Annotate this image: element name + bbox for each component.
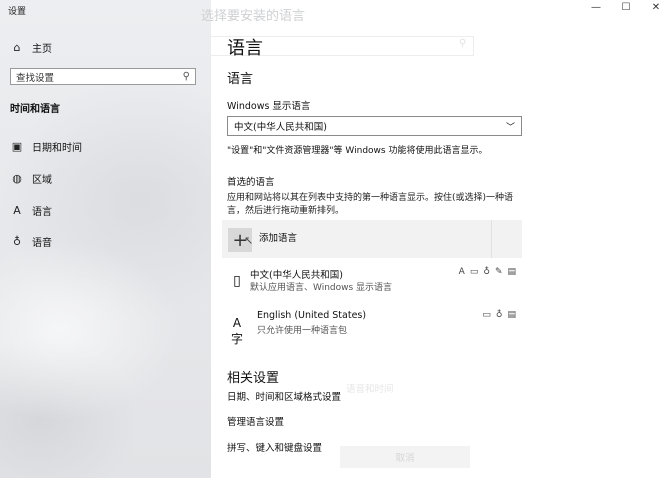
language-features: ▭ ♁ ▤ [482,310,516,320]
microphone-icon: ♁ [12,234,22,248]
sidebar-item-label: 区域 [32,174,52,186]
section-label: 时间和语言 [10,104,60,115]
display-language-dropdown[interactable]: 中文(中华人民共和国) ﹀ [227,116,522,136]
search-input[interactable]: 查找设置 ⚲ [10,68,196,85]
section-title-language: 语言 [227,72,254,87]
language-status: 默认应用语言、Windows 显示语言 [250,283,393,293]
sidebar-item-date-time[interactable]: ▣ 日期和时间 [10,137,82,155]
text-to-speech-feature-icon: ▭ [469,267,479,277]
background-dialog-title: 选择要安装的语言 [201,9,306,24]
sidebar-item-label: 日期和时间 [32,142,82,154]
display-language-label: Windows 显示语言 [227,101,311,112]
keyboard-feature-icon: ▤ [507,310,516,320]
link-manage-language[interactable]: 管理语言设置 [227,414,284,428]
language-item-chinese[interactable]: ▯ 中文(中华人民共和国) 默认应用语言、Windows 显示语言 A ▭ ♁ … [227,267,522,297]
speech-feature-icon: ♁ [483,267,490,277]
language-features: A ▭ ♁ ✎ ▤ [459,267,516,277]
link-spelling-typing-keyboard[interactable]: 拼写、键入和键盘设置 [227,440,322,454]
window-title: 设置 [8,7,27,17]
display-language-value: 中文(中华人民共和国) [234,122,327,133]
navigation-pane: 设置 ⌂ 主页 查找设置 ⚲ 时间和语言 ▣ 日期和时间 ◍ 区域 A 语言 ♁… [0,0,211,478]
divider [491,220,492,258]
sidebar-item-language[interactable]: A 语言 [10,201,52,219]
speech-feature-icon: ♁ [495,310,503,320]
language-icon: A [13,203,21,217]
display-language-note: "设置"和"文件资源管理器"等 Windows 功能将使用此语言显示。 [227,146,488,156]
sidebar-item-label: 语言 [32,206,52,218]
sidebar-item-region[interactable]: ◍ 区域 [10,169,52,187]
home-icon: ⌂ [13,40,21,54]
globe-icon: ◍ [12,171,22,185]
background-cancel-button: 取消 [340,446,470,468]
link-date-time-region[interactable]: 日期、时间和区域格式设置 [227,389,341,403]
keyboard-feature-icon: ▤ [507,267,516,277]
language-item-english[interactable]: A字 English (United States) 只允许使用一种语言包 ▭ … [227,310,522,346]
minimize-button[interactable]: — [581,0,611,18]
nav-home-label: 主页 [32,43,52,55]
preferred-languages-label: 首选的语言 [227,177,275,188]
preferred-languages-description: 应用和网站将以其在列表中支持的第一种语言显示。按住(或选择)一种语言，然后进行拖… [227,193,514,216]
page-title: 语言 [227,38,263,59]
language-status: 只允许使用一种语言包 [257,326,348,336]
search-placeholder: 查找设置 [16,72,55,84]
language-name: English (United States) [257,310,367,321]
maximize-button[interactable]: ☐ [611,0,641,18]
language-pack-icon: ▯ [233,273,241,289]
calendar-clock-icon: ▣ [11,139,23,153]
nav-home[interactable]: ⌂ 主页 [10,38,53,56]
display-language-feature-icon: A [458,267,465,277]
close-button[interactable]: ✕ [641,0,671,18]
handwriting-feature-icon: ✎ [494,267,503,277]
search-icon: ⚲ [182,71,190,82]
cursor-icon: ↖ [244,234,254,247]
language-pack-icon: A字 [230,316,243,346]
window-controls: — ☐ ✕ [581,0,671,18]
text-to-speech-feature-icon: ▭ [482,310,491,320]
background-dialog-time: 语音和时间 [346,384,394,395]
related-settings-title: 相关设置 [227,371,280,386]
language-name: 中文(中华人民共和国) [250,270,343,281]
sidebar-item-speech[interactable]: ♁ 语音 [10,232,52,250]
add-language-button[interactable]: + ↖ 添加语言 [222,220,522,258]
add-language-label: 添加语言 [259,233,298,244]
sidebar-item-label: 语音 [32,237,52,249]
background-search-icon: ⚲ [459,38,467,49]
chevron-down-icon: ﹀ [505,122,515,133]
